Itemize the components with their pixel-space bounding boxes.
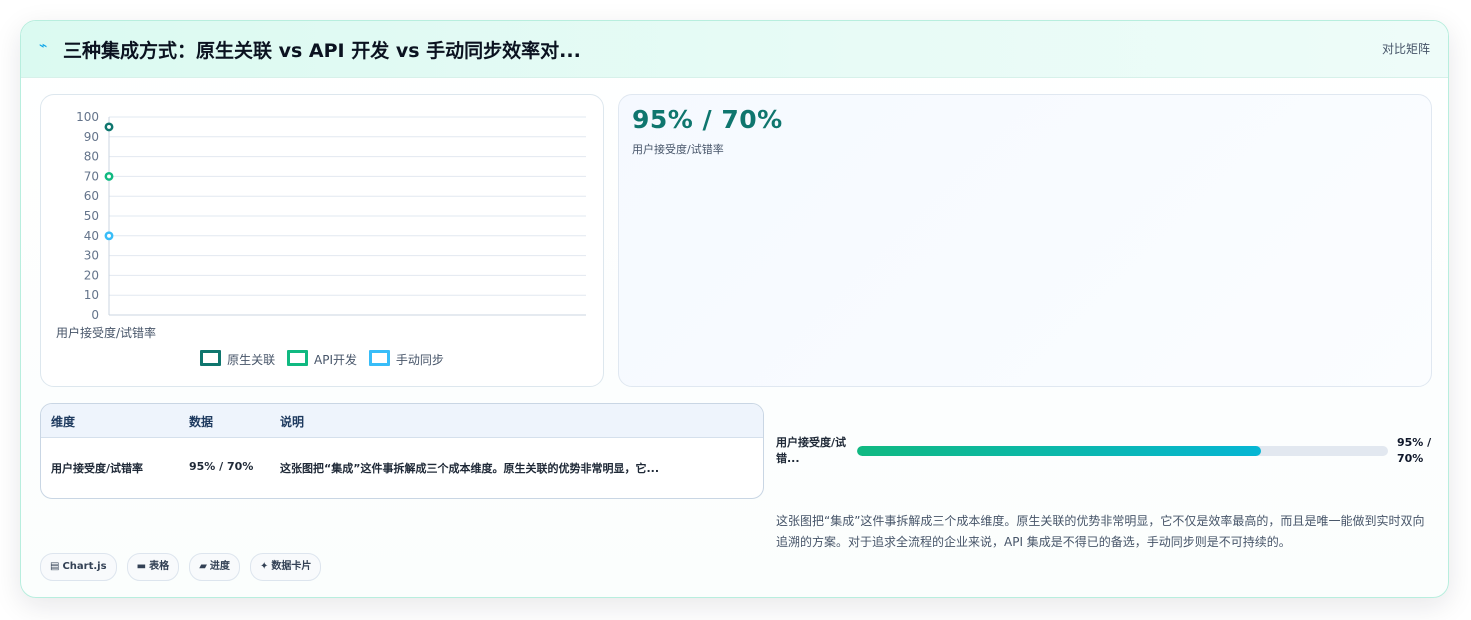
card-header: ⌁ 三种集成方式：原生关联 vs API 开发 vs 手动同步效率对... 对比… bbox=[21, 21, 1448, 78]
comparison-card: ⌁ 三种集成方式：原生关联 vs API 开发 vs 手动同步效率对... 对比… bbox=[20, 20, 1449, 598]
legend-item-api[interactable]: API开发 bbox=[287, 350, 357, 368]
chip-table[interactable]: ▬ 表格 bbox=[126, 553, 180, 581]
data-table: 维度 数据 说明 用户接受度/试错率 95% / 70% 这张图把“集成”这件事… bbox=[40, 403, 764, 499]
x-category-label: 用户接受度/试错率 bbox=[56, 325, 156, 340]
progress-fill bbox=[857, 446, 1261, 456]
sparkle-icon: ✦ bbox=[260, 561, 269, 572]
progress-value: 95% / 70% bbox=[1397, 436, 1432, 465]
y-tick-label: 50 bbox=[84, 209, 99, 223]
cell-dimension: 用户接受度/试错率 bbox=[51, 462, 144, 475]
chart-legend: 原生关联 API开发 手动同步 bbox=[41, 350, 603, 368]
data-point-1 bbox=[104, 171, 114, 181]
chip-chartjs[interactable]: ▤ Chart.js bbox=[40, 553, 117, 581]
chip-data-card[interactable]: ✦ 数据卡片 bbox=[250, 553, 322, 581]
chip-label: 表格 bbox=[149, 561, 170, 572]
cell-data: 95% / 70% bbox=[189, 460, 254, 473]
y-tick-label: 70 bbox=[84, 169, 99, 183]
legend-item-native[interactable]: 原生关联 bbox=[200, 350, 275, 368]
kpi-card: 95% / 70% 用户接受度/试错率 bbox=[618, 94, 1432, 387]
y-tick-label: 20 bbox=[84, 268, 99, 282]
kpi-value: 95% / 70% bbox=[632, 105, 783, 134]
progress-row: 用户接受度/试错... 95% / 70% bbox=[776, 435, 1432, 485]
legend-item-manual[interactable]: 手动同步 bbox=[368, 350, 444, 368]
header-data: 数据 bbox=[189, 415, 214, 429]
y-tick-label: 100 bbox=[76, 110, 99, 124]
legend-label-manual: 手动同步 bbox=[395, 353, 444, 367]
legend-label-native: 原生关联 bbox=[227, 353, 276, 367]
data-point-0 bbox=[104, 122, 114, 132]
table-row: 用户接受度/试错率 95% / 70% 这张图把“集成”这件事拆解成三个成本维度… bbox=[41, 438, 763, 498]
matrix-badge: 对比矩阵 bbox=[1381, 42, 1430, 56]
legend-label-api: API开发 bbox=[314, 353, 357, 367]
progress-label: 用户接受度/试错... bbox=[776, 436, 847, 465]
chip-label: 数据卡片 bbox=[271, 561, 312, 572]
y-tick-label: 90 bbox=[84, 130, 99, 144]
kpi-label: 用户接受度/试错率 bbox=[632, 143, 724, 156]
data-point-2 bbox=[104, 231, 114, 241]
chip-progress[interactable]: ▰ 进度 bbox=[189, 553, 240, 581]
view-chips: ▤ Chart.js ▬ 表格 ▰ 进度 ✦ 数据卡片 bbox=[40, 553, 326, 581]
progress-icon: ▰ bbox=[199, 561, 207, 572]
card-title: 三种集成方式：原生关联 vs API 开发 vs 手动同步效率对... bbox=[63, 40, 581, 62]
chip-label: Chart.js bbox=[62, 561, 107, 572]
y-tick-label: 60 bbox=[84, 189, 99, 203]
table-icon: ▬ bbox=[136, 561, 147, 572]
y-tick-label: 80 bbox=[84, 150, 99, 164]
y-tick-label: 0 bbox=[91, 308, 99, 322]
chip-label: 进度 bbox=[209, 561, 230, 572]
y-tick-label: 40 bbox=[84, 229, 99, 243]
chart-line-icon: ⌁ bbox=[39, 38, 48, 54]
y-tick-label: 10 bbox=[84, 288, 99, 302]
header-dimension: 维度 bbox=[51, 415, 76, 429]
y-tick-label: 30 bbox=[84, 249, 99, 263]
chart-panel: 100 90 80 70 60 50 40 30 20 10 0 用户接受度/试错率 原生关联 API… bbox=[40, 94, 604, 387]
legend-swatch-native bbox=[200, 350, 222, 366]
table-header: 维度 数据 说明 bbox=[41, 404, 763, 438]
chart-icon: ▤ bbox=[50, 561, 60, 572]
legend-swatch-manual bbox=[368, 350, 390, 366]
description-text: 这张图把“集成”这件事拆解成三个成本维度。原生关联的优势非常明显，它不仅是效率最… bbox=[776, 514, 1425, 549]
header-note: 说明 bbox=[280, 415, 305, 429]
scatter-chart: 1009080706050403020100用户接受度/试错率 bbox=[56, 110, 586, 340]
progress-track bbox=[857, 446, 1388, 456]
legend-swatch-api bbox=[287, 350, 308, 366]
cell-note: 这张图把“集成”这件事拆解成三个成本维度。原生关联的优势非常明显，它... bbox=[280, 462, 659, 475]
